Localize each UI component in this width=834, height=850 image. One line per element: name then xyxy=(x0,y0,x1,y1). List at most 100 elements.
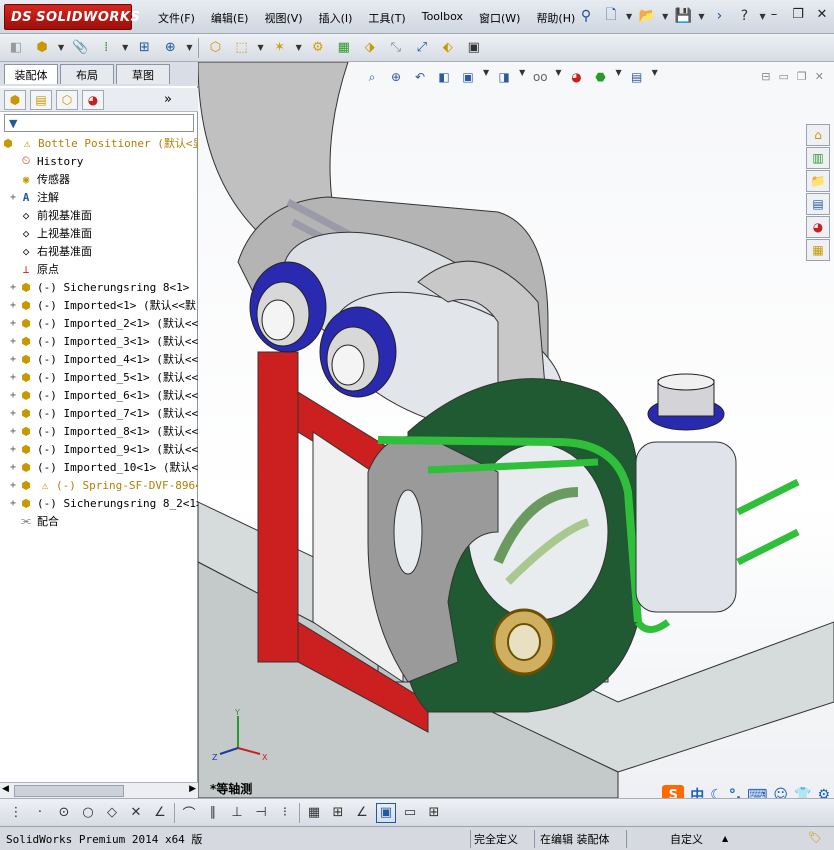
expand-toggle[interactable]: + xyxy=(8,444,18,455)
tab-assembly[interactable]: 装配体 xyxy=(4,64,58,84)
circle-center-icon[interactable]: ⊙ xyxy=(54,803,74,823)
tree-item[interactable]: + ⬢ (-) Imported<1> (默认<<默 xyxy=(8,296,196,314)
quick-snap-icon[interactable]: ⌒ xyxy=(179,803,199,823)
apply-scene-icon[interactable]: ⬣ xyxy=(591,68,609,86)
explode-line-icon[interactable]: ⤡ xyxy=(386,38,406,58)
interference-icon[interactable]: ⤢ xyxy=(412,38,432,58)
tree-item[interactable]: + ⬢ (-) Sicherungsring 8_2<1> xyxy=(8,494,198,512)
display-style-icon[interactable]: ◨ xyxy=(495,68,513,86)
chevron-down-icon[interactable]: ▼ xyxy=(662,12,668,21)
expand-panes-icon[interactable]: » xyxy=(164,92,172,107)
tree-item[interactable]: ◉ 传感器 xyxy=(8,170,70,188)
tree-item[interactable]: ⏲ History xyxy=(8,152,84,170)
more-icon[interactable]: › xyxy=(709,6,729,26)
tangent-icon[interactable]: ∠ xyxy=(150,803,170,823)
chevron-down-icon[interactable]: ▼ xyxy=(555,68,561,86)
instant3d-icon[interactable]: ⬖ xyxy=(438,38,458,58)
isometric-view-icon[interactable]: ▣ xyxy=(376,802,396,823)
circle-icon[interactable]: ○ xyxy=(78,803,98,823)
chevron-down-icon[interactable]: ▼ xyxy=(759,12,765,21)
angle-icon[interactable]: ∠ xyxy=(352,803,372,823)
configuration-manager-icon[interactable]: ⬡ xyxy=(56,89,78,110)
expand-toggle[interactable]: + xyxy=(8,300,18,311)
chevron-down-icon[interactable]: ▼ xyxy=(652,68,658,86)
save-icon[interactable]: 💾 xyxy=(673,6,693,26)
viewport-restore-icon[interactable]: ⊟ xyxy=(761,70,770,83)
tree-item[interactable]: + ⬢ (-) Imported_9<1> (默认<< xyxy=(8,440,198,458)
chevron-down-icon[interactable]: ▼ xyxy=(186,43,192,52)
horizontal-icon[interactable]: ⊣ xyxy=(251,803,271,823)
viewport-close-icon[interactable]: ✕ xyxy=(815,70,824,83)
mate-icon[interactable]: 📎 xyxy=(70,38,90,58)
menu-tools[interactable]: 工具(T) xyxy=(360,6,413,30)
tree-item[interactable]: ◇ 右视基准面 xyxy=(8,242,92,260)
tree-item[interactable]: ◇ 前视基准面 xyxy=(8,206,92,224)
menu-view[interactable]: 视图(V) xyxy=(256,6,310,30)
help-icon[interactable]: ? xyxy=(734,6,754,26)
bill-of-materials-icon[interactable]: ▦ xyxy=(334,38,354,58)
expand-toggle[interactable]: + xyxy=(8,318,18,329)
expand-toggle[interactable]: + xyxy=(8,498,18,509)
custom-properties-icon[interactable]: ▦ xyxy=(806,239,830,261)
tree-item[interactable]: + ⬢ (-) Imported_3<1> (默认<< xyxy=(8,332,198,350)
assembly-features-icon[interactable]: ⬚ xyxy=(231,38,251,58)
chevron-down-icon[interactable]: ▼ xyxy=(698,12,704,21)
edit-appearance-icon[interactable]: ◕ xyxy=(567,68,585,86)
new-motion-study-icon[interactable]: ⚙ xyxy=(308,38,328,58)
tree-filter[interactable]: ▼ xyxy=(4,114,194,132)
tree-item[interactable]: + ⬢ (-) Imported_4<1> (默认<< xyxy=(8,350,198,368)
tree-item[interactable]: ◇ 上视基准面 xyxy=(8,224,92,242)
home-icon[interactable]: ⌂ xyxy=(806,124,830,146)
view-palette-icon[interactable]: ▤ xyxy=(806,193,830,215)
chevron-down-icon[interactable]: ▼ xyxy=(296,43,302,52)
horizontal-scrollbar[interactable]: ◀ ▶ xyxy=(0,782,198,798)
edit-component-icon[interactable]: ◧ xyxy=(6,38,26,58)
menu-toolbox[interactable]: Toolbox xyxy=(414,6,471,30)
minimize-icon[interactable]: – xyxy=(766,6,782,22)
polygon-icon[interactable]: ◇ xyxy=(102,803,122,823)
tree-item[interactable]: + ⬢ (-) Imported_2<1> (默认<< xyxy=(8,314,198,332)
menu-edit[interactable]: 编辑(E) xyxy=(203,6,257,30)
tree-item[interactable]: ⫘ 配合 xyxy=(8,512,59,530)
zoom-to-fit-icon[interactable]: ⌕ xyxy=(363,68,381,86)
quick-tips-icon[interactable]: 🏷 xyxy=(808,831,822,844)
previous-view-icon[interactable]: ↶ xyxy=(411,68,429,86)
appearances-icon[interactable]: ◕ xyxy=(806,216,830,238)
menu-window[interactable]: 窗口(W) xyxy=(471,6,528,30)
design-library-icon[interactable]: ▥ xyxy=(806,147,830,169)
menu-insert[interactable]: 插入(I) xyxy=(311,6,361,30)
tree-item[interactable]: + ⬢ (-) Imported_6<1> (默认<< xyxy=(8,386,198,404)
tree-item[interactable]: ⊥ 原点 xyxy=(8,260,59,278)
move-component-icon[interactable]: ⊕ xyxy=(160,38,180,58)
zoom-area-icon[interactable]: ⊕ xyxy=(387,68,405,86)
property-manager-icon[interactable]: ▤ xyxy=(30,89,52,110)
tree-item[interactable]: + A 注解 xyxy=(8,188,59,206)
expand-toggle[interactable]: + xyxy=(8,372,18,383)
chevron-down-icon[interactable]: ▼ xyxy=(519,68,525,86)
open-folder-icon[interactable]: 📂 xyxy=(637,6,657,26)
pin-icon[interactable]: ⚲ xyxy=(576,6,596,26)
new-document-icon[interactable]: 🗋 xyxy=(601,6,621,26)
expand-toggle[interactable]: + xyxy=(8,408,18,419)
scroll-right-icon[interactable]: ▶ xyxy=(189,784,196,794)
viewport-tile-icon[interactable]: ❐ xyxy=(797,70,807,83)
chevron-down-icon[interactable]: ▼ xyxy=(58,43,64,52)
scrollbar-thumb[interactable] xyxy=(14,785,124,797)
menu-file[interactable]: 文件(F) xyxy=(150,6,203,30)
tree-item[interactable]: + ⬢ (-) Imported_7<1> (默认<< xyxy=(8,404,198,422)
exploded-view-icon[interactable]: ⬗ xyxy=(360,38,380,58)
tree-item[interactable]: + ⬢ (-) Imported_10<1> (默认< xyxy=(8,458,198,476)
tree-item[interactable]: + ⬢ ⚠ (-) Spring-SF-DVF-8964- xyxy=(8,476,198,494)
large-assembly-icon[interactable]: ▣ xyxy=(464,38,484,58)
tab-layout[interactable]: 布局 xyxy=(60,64,114,84)
intersection-icon[interactable]: ✕ xyxy=(126,803,146,823)
expand-toggle[interactable]: + xyxy=(8,282,18,293)
graphics-area[interactable]: ⌕ ⊕ ↶ ◧ ▣ ▼ ◨ ▼ oo ▼ ◕ ⬣ ▼ ▤ ▼ ⊟ ▭ ❐ ✕ xyxy=(198,62,834,798)
point-icon[interactable]: · xyxy=(30,803,50,823)
expand-toggle[interactable]: + xyxy=(8,426,18,437)
units-custom[interactable]: 自定义 xyxy=(670,831,703,847)
chevron-down-icon[interactable]: ▼ xyxy=(626,12,632,21)
insert-components-icon[interactable]: ⬢ xyxy=(32,38,52,58)
tree-item[interactable]: + ⬢ (-) Sicherungsring 8<1> (默 xyxy=(8,278,198,296)
smart-fasteners-icon[interactable]: ⊞ xyxy=(134,38,154,58)
